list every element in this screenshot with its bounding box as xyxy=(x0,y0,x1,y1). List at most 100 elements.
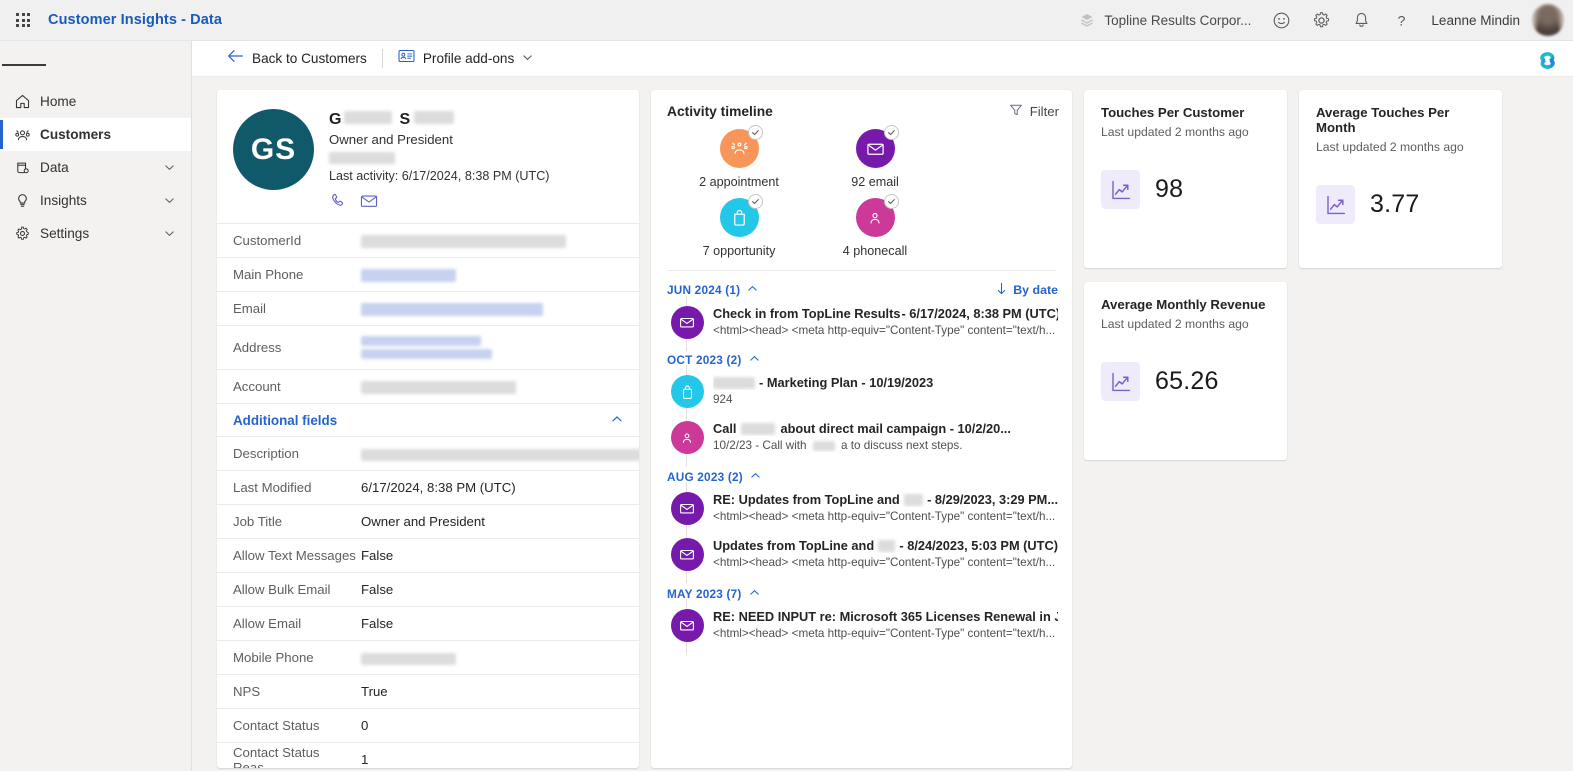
chevron-up-icon[interactable] xyxy=(750,470,761,484)
chevron-up-icon[interactable] xyxy=(747,283,758,297)
check-badge-icon xyxy=(747,194,763,209)
field-row-contact-status-reason: Contact Status Reas... 1 xyxy=(217,742,639,768)
field-label: Allow Bulk Email xyxy=(233,582,331,597)
timeline-group-header-row: AUG 2023 (2) xyxy=(651,454,1072,484)
timeline-entry[interactable]: - Marketing Plan - 10/19/2023 924 xyxy=(651,365,1072,420)
phone-icon[interactable] xyxy=(329,192,346,209)
opportunity-bag-icon xyxy=(670,375,704,408)
timeline-entry[interactable]: RE: NEED INPUT re: Microsoft 365 License… xyxy=(651,599,1072,654)
timeline-entry[interactable]: RE: Updates from TopLine and - 8/29/2023… xyxy=(651,482,1072,537)
timeline-entry-body: - Marketing Plan - 10/19/2023 924 xyxy=(707,375,1058,408)
sidebar-item-label: Insights xyxy=(40,193,87,208)
copilot-icon[interactable] xyxy=(1529,42,1565,78)
summary-bubble-opportunity[interactable]: 7 opportunity xyxy=(671,194,807,258)
funnel-filter-icon xyxy=(1009,103,1023,120)
field-value: False xyxy=(361,582,394,597)
profile-avatar: GS xyxy=(233,109,314,190)
timeline-group-aug-2023[interactable]: AUG 2023 (2) xyxy=(667,470,761,484)
chevron-down-icon[interactable] xyxy=(164,228,175,239)
field-value xyxy=(361,379,623,394)
metric-card-average-touches-per-month[interactable]: Average Touches Per Month Last updated 2… xyxy=(1299,90,1502,268)
field-row-allow-bulk-email: Allow Bulk Email False xyxy=(217,572,639,606)
timeline-group-may-2023[interactable]: MAY 2023 (7) xyxy=(667,587,760,601)
additional-fields-toggle[interactable]: Additional fields xyxy=(217,403,639,436)
sidebar-item-home[interactable]: Home xyxy=(0,85,191,118)
timeline-group-header-row: OCT 2023 (2) xyxy=(651,339,1072,367)
profile-name: G S xyxy=(329,111,549,129)
timeline-rail xyxy=(667,528,707,583)
redacted-value xyxy=(361,381,516,394)
profile-last-activity: Last activity: 6/17/2024, 8:38 PM (UTC) xyxy=(329,169,550,183)
gear-settings-icon[interactable] xyxy=(1301,0,1341,41)
sidebar-item-data[interactable]: Data xyxy=(0,151,191,184)
sidebar-item-insights[interactable]: Insights xyxy=(0,184,191,217)
timeline-filter-button[interactable]: Filter xyxy=(1009,103,1059,120)
timeline-entry[interactable]: Updates from TopLine and - 8/24/2023, 5:… xyxy=(651,525,1072,583)
chevron-up-icon[interactable] xyxy=(611,413,623,428)
field-value: True xyxy=(361,684,388,699)
sidebar: Home Customers Data Insights Settings xyxy=(0,41,192,771)
chevron-down-icon[interactable] xyxy=(164,162,175,173)
redacted-subject-name xyxy=(713,376,755,389)
sidebar-item-settings[interactable]: Settings xyxy=(0,217,191,250)
timeline-entry[interactable]: Call about direct mail campaign - 10/2/2… xyxy=(651,408,1072,466)
timeline-group-oct-2023[interactable]: OCT 2023 (2) xyxy=(667,353,760,367)
profile-core-fields: CustomerId Main Phone Email Address Acco… xyxy=(217,223,639,403)
timeline-sort-button[interactable]: By date xyxy=(996,282,1058,298)
app-launcher-icon[interactable] xyxy=(0,0,46,41)
smiley-feedback-icon[interactable] xyxy=(1261,0,1301,41)
field-row-last-modified: Last Modified 6/17/2024, 8:38 PM (UTC) xyxy=(217,470,639,504)
summary-bubble-appointment[interactable]: 2 appointment xyxy=(671,125,807,189)
email-icon[interactable] xyxy=(360,192,378,209)
timeline-group-header-row: MAY 2023 (7) xyxy=(651,571,1072,601)
profile-last-initial: S xyxy=(399,111,411,128)
subject-suffix: - 8/24/2023, 5:03 PM (UTC) xyxy=(899,538,1058,553)
field-value xyxy=(361,446,639,461)
summary-bubble-email[interactable]: 92 email xyxy=(807,125,943,189)
timeline-entry-subject: RE: Updates from TopLine and - 8/29/2023… xyxy=(713,492,1058,507)
redacted-value-line2 xyxy=(361,349,492,359)
top-header: Customer Insights - Data Topline Results… xyxy=(0,0,1573,41)
timeline-entry-subject: Call about direct mail campaign - 10/2/2… xyxy=(713,421,1058,436)
redacted-value xyxy=(361,269,456,282)
username-label[interactable]: Leanne Mindin xyxy=(1421,13,1532,28)
timeline-group-jun-2024[interactable]: JUN 2024 (1) xyxy=(667,283,758,297)
metric-value: 3.77 xyxy=(1370,190,1420,218)
help-question-icon[interactable]: ? xyxy=(1381,0,1421,41)
additional-fields-label: Additional fields xyxy=(233,412,338,428)
summary-bubble-phonecall[interactable]: 4 phonecall xyxy=(807,194,943,258)
redacted-subject-name xyxy=(878,539,896,552)
email-icon xyxy=(855,125,899,168)
metric-value-row: 3.77 xyxy=(1316,185,1485,224)
sidebar-item-customers[interactable]: Customers xyxy=(0,118,191,151)
field-label: CustomerId xyxy=(233,233,302,248)
app-title[interactable]: Customer Insights - Data xyxy=(48,12,222,28)
metric-card-average-monthly-revenue[interactable]: Average Monthly Revenue Last updated 2 m… xyxy=(1084,282,1287,460)
timeline-entry-subject: - Marketing Plan - 10/19/2023 xyxy=(713,375,1058,390)
summary-bubble-label: 7 opportunity xyxy=(702,244,776,258)
field-value: False xyxy=(361,616,394,631)
chevron-up-icon[interactable] xyxy=(749,353,760,367)
chevron-down-icon[interactable] xyxy=(164,195,175,206)
profile-identity: G S Owner and President Last activity: 6… xyxy=(329,109,549,209)
chevron-up-icon[interactable] xyxy=(749,587,760,601)
metric-title: Average Touches Per Month xyxy=(1316,105,1450,135)
metric-card-touches-per-customer[interactable]: Touches Per Customer Last updated 2 mont… xyxy=(1084,90,1287,268)
environment-selector[interactable]: Topline Results Corpor... xyxy=(1074,11,1261,29)
timeline-entry-snippet: <html><head> <meta http-equiv="Content-T… xyxy=(713,556,1056,569)
user-avatar[interactable] xyxy=(1532,4,1564,36)
timeline-rail xyxy=(667,296,707,351)
timeline-entry[interactable]: Check in from TopLine Results - 6/17/202… xyxy=(651,296,1072,351)
redacted-value xyxy=(361,235,566,248)
email-icon xyxy=(670,609,704,642)
chevron-down-icon[interactable] xyxy=(522,50,533,68)
metric-value: 98 xyxy=(1155,175,1184,203)
timeline-group-label: JUN 2024 (1) xyxy=(667,283,741,297)
trend-chart-icon xyxy=(1101,362,1140,401)
profile-addons-button[interactable]: Profile add-ons xyxy=(388,41,543,77)
customer-profile-card: GS G S Owner and President Last activity… xyxy=(217,90,639,768)
menu-toggle[interactable] xyxy=(2,45,47,85)
back-to-customers-button[interactable]: Back to Customers xyxy=(217,41,377,77)
metric-subtitle: Last updated 2 months ago xyxy=(1316,140,1464,154)
bell-notifications-icon[interactable] xyxy=(1341,0,1381,41)
